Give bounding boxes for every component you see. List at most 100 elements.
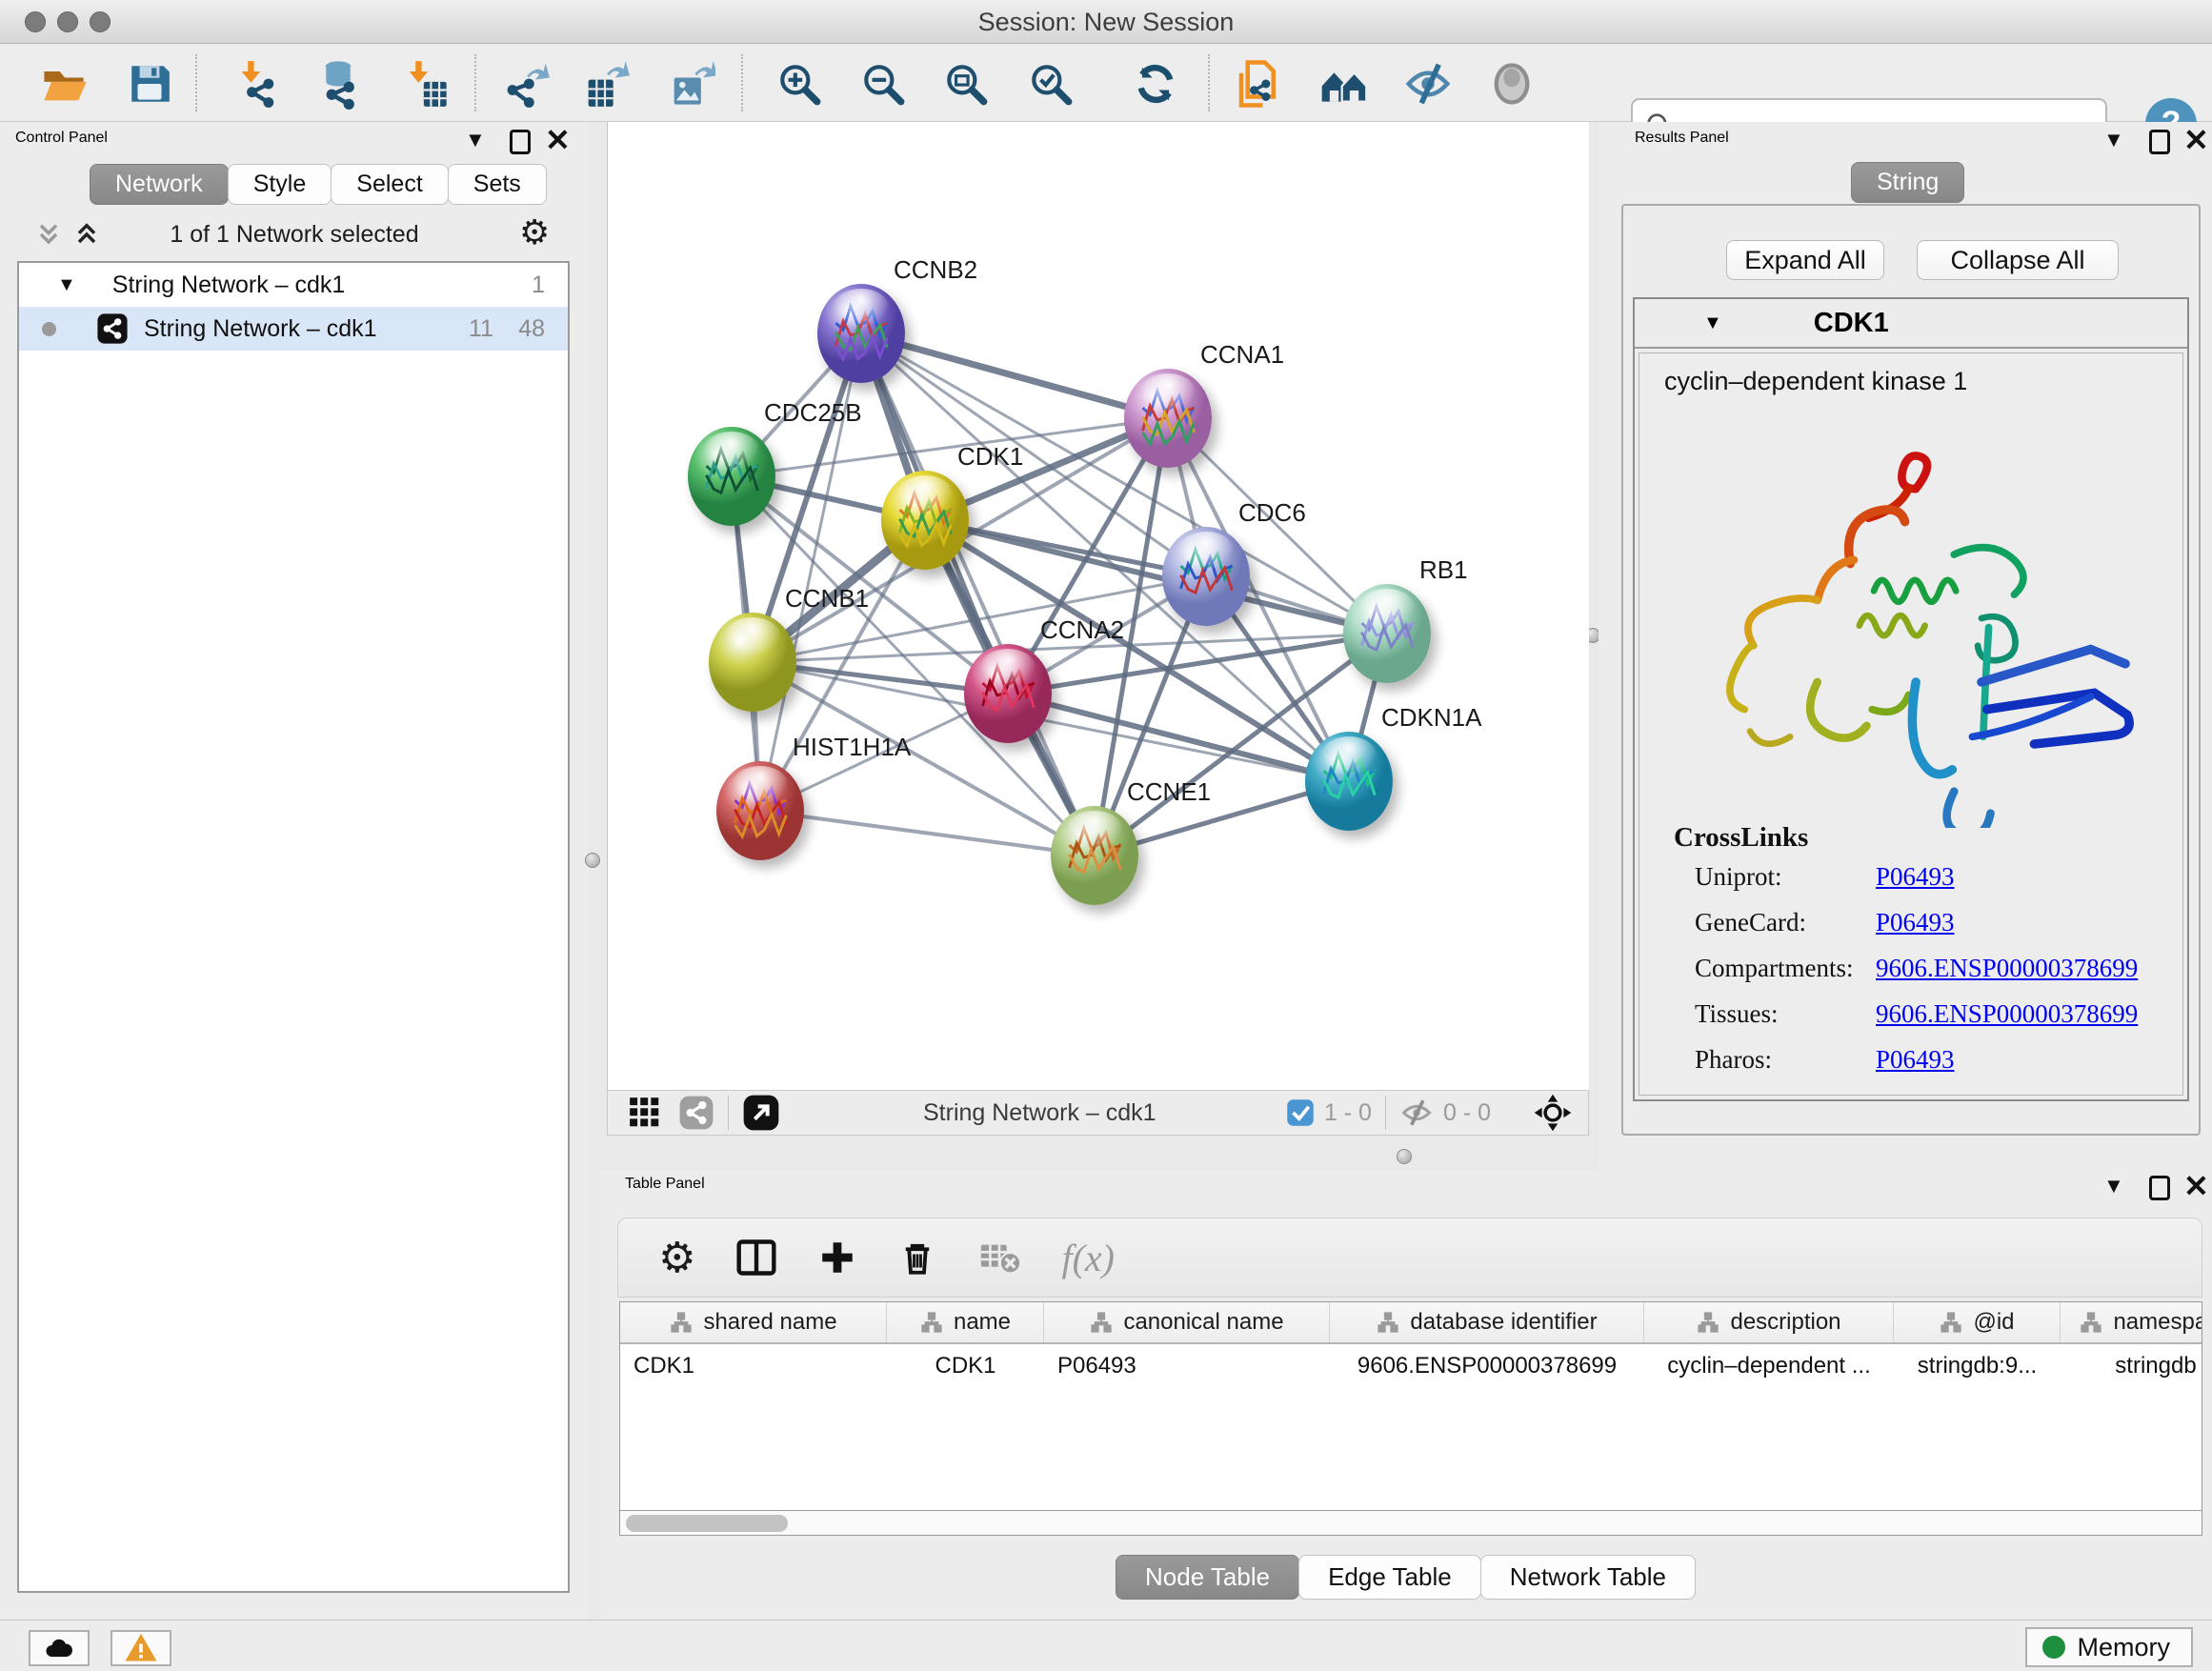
table-panel-float-button[interactable]	[2149, 1176, 2170, 1200]
collapse-triangle-icon[interactable]: ▼	[57, 274, 76, 296]
import-network-file-button[interactable]	[231, 56, 286, 111]
table-row[interactable]: CDK1CDK1P064939606.ENSP00000378699cyclin…	[620, 1344, 2202, 1388]
scrollbar-thumb[interactable]	[626, 1515, 788, 1532]
show-columns-icon[interactable]	[735, 1237, 777, 1278]
tab-network-table[interactable]: Network Table	[1480, 1555, 1696, 1600]
crosslink-link[interactable]: 9606.ENSP00000378699	[1876, 999, 2138, 1029]
table-cell[interactable]: cyclin–dependent ...	[1644, 1344, 1894, 1388]
table-cell[interactable]: stringdb:9...	[1894, 1344, 2061, 1388]
export-network-button[interactable]	[497, 56, 553, 111]
network-node-CDC25B[interactable]	[688, 427, 775, 526]
crosslink-label: GeneCard:	[1695, 908, 1876, 937]
network-node-CDK1[interactable]	[881, 471, 969, 570]
cloud-status-button[interactable]	[29, 1630, 90, 1666]
delete-table-icon[interactable]	[977, 1236, 1021, 1279]
network-badge-icon[interactable]	[678, 1095, 714, 1131]
crosslink-link[interactable]: P06493	[1876, 908, 1955, 937]
export-image-button[interactable]	[663, 56, 718, 111]
tab-string[interactable]: String	[1851, 162, 1964, 203]
zoom-in-button[interactable]	[772, 56, 827, 111]
expand-all-button[interactable]: Expand All	[1726, 240, 1884, 280]
column-header--id[interactable]: @id	[1894, 1302, 2061, 1342]
show-hide-button[interactable]	[1400, 56, 1456, 111]
import-table-button[interactable]	[398, 56, 453, 111]
network-node-CCNB1[interactable]	[709, 613, 796, 712]
crosslink-link[interactable]: P06493	[1876, 1045, 1955, 1075]
delete-column-icon[interactable]	[897, 1238, 937, 1278]
crosslink-link[interactable]: 9606.ENSP00000378699	[1876, 954, 2138, 983]
network-node-CDKN1A[interactable]	[1305, 732, 1393, 831]
function-builder-button[interactable]: f(x)	[1061, 1236, 1115, 1280]
network-node-CCNA1[interactable]	[1124, 369, 1212, 468]
tab-select[interactable]: Select	[331, 164, 448, 205]
results-panel-menu-button[interactable]: ▼	[2103, 128, 2124, 152]
control-panel-float-button[interactable]	[510, 130, 531, 154]
network-node-RB1[interactable]	[1343, 584, 1431, 683]
column-header-database-identifier[interactable]: database identifier	[1330, 1302, 1644, 1342]
memory-button[interactable]: Memory	[2025, 1627, 2193, 1667]
crosslink-link[interactable]: P06493	[1876, 862, 1955, 892]
clone-network-button[interactable]	[1231, 56, 1286, 111]
network-node-CCNB2[interactable]	[817, 284, 905, 383]
tab-network[interactable]: Network	[90, 164, 229, 205]
tab-sets[interactable]: Sets	[448, 164, 547, 205]
open-in-new-icon[interactable]	[742, 1094, 780, 1132]
add-column-icon[interactable]	[817, 1238, 857, 1278]
nested-networks-button[interactable]	[1317, 56, 1372, 111]
column-header-shared-name[interactable]: shared name	[620, 1302, 887, 1342]
warnings-button[interactable]	[111, 1630, 171, 1666]
grid-view-icon[interactable]	[627, 1095, 663, 1131]
table-panel-close-button[interactable]: ✕	[2183, 1174, 2209, 1198]
save-icon	[126, 60, 173, 108]
table-options-gear-icon[interactable]: ⚙	[658, 1234, 695, 1282]
crosslinks-title: CrossLinks	[1674, 822, 1808, 854]
network-node-CDC6[interactable]	[1162, 527, 1250, 626]
column-header-namespace[interactable]: namespace	[2061, 1302, 2202, 1342]
column-header-description[interactable]: description	[1644, 1302, 1894, 1342]
network-node-HIST1H1A[interactable]	[716, 761, 804, 860]
eye-button[interactable]	[1484, 56, 1539, 111]
import-network-database-button[interactable]	[311, 56, 366, 111]
table-cell[interactable]: CDK1	[620, 1344, 887, 1388]
zoom-out-button[interactable]	[855, 56, 911, 111]
table-panel-menu-button[interactable]: ▼	[2103, 1174, 2124, 1198]
save-session-button[interactable]	[122, 56, 177, 111]
collapse-triangle-icon[interactable]: ▼	[1703, 312, 1722, 334]
zoom-selected-button[interactable]	[1023, 56, 1078, 111]
selected-checkbox-icon[interactable]	[1286, 1098, 1315, 1127]
hidden-eye-slash-icon[interactable]	[1399, 1096, 1434, 1130]
network-collection-row[interactable]: ▼ String Network – cdk1 1	[19, 263, 568, 307]
node-gloss-highlight	[1067, 811, 1123, 849]
zoom-fit-button[interactable]	[938, 56, 994, 111]
open-file-button[interactable]	[36, 56, 91, 111]
column-type-icon	[919, 1310, 944, 1335]
network-canvas[interactable]: CCNB2CCNA1CDC25BCDK1CDC6RB1CCNB1CCNA2CDK…	[607, 122, 1589, 1090]
column-header-canonical-name[interactable]: canonical name	[1044, 1302, 1330, 1342]
control-panel-close-button[interactable]: ✕	[545, 128, 571, 152]
network-edge[interactable]	[861, 333, 1095, 856]
table-cell[interactable]: 9606.ENSP00000378699	[1330, 1344, 1644, 1388]
network-node-CCNE1[interactable]	[1051, 806, 1138, 905]
table-cell[interactable]: stringdb	[2061, 1344, 2202, 1388]
tab-style[interactable]: Style	[228, 164, 332, 205]
tab-node-table[interactable]: Node Table	[1116, 1555, 1299, 1600]
network-edge[interactable]	[760, 811, 1095, 856]
network-options-gear-icon[interactable]: ⚙	[519, 213, 550, 252]
refresh-button[interactable]	[1128, 56, 1183, 111]
tab-edge-table[interactable]: Edge Table	[1298, 1555, 1481, 1600]
results-panel-close-button[interactable]: ✕	[2183, 128, 2209, 152]
table-cell[interactable]: P06493	[1044, 1344, 1330, 1388]
gene-entry-header[interactable]: ▼ CDK1	[1635, 299, 2187, 349]
export-table-button[interactable]	[577, 56, 633, 111]
results-panel-float-button[interactable]	[2149, 130, 2170, 154]
control-panel-menu-button[interactable]: ▼	[465, 128, 486, 152]
network-row-selected[interactable]: String Network – cdk1 11 48	[19, 307, 568, 351]
column-header-name[interactable]: name	[887, 1302, 1044, 1342]
table-cell[interactable]: CDK1	[887, 1344, 1044, 1388]
collapse-all-button[interactable]: Collapse All	[1917, 240, 2119, 280]
table-horizontal-scrollbar[interactable]	[619, 1511, 2202, 1536]
left-splitter-handle[interactable]	[585, 853, 600, 868]
horizontal-splitter-handle[interactable]	[1397, 1149, 1412, 1164]
fit-content-crosshair-icon[interactable]	[1533, 1093, 1573, 1133]
network-node-CCNA2[interactable]	[964, 644, 1052, 743]
